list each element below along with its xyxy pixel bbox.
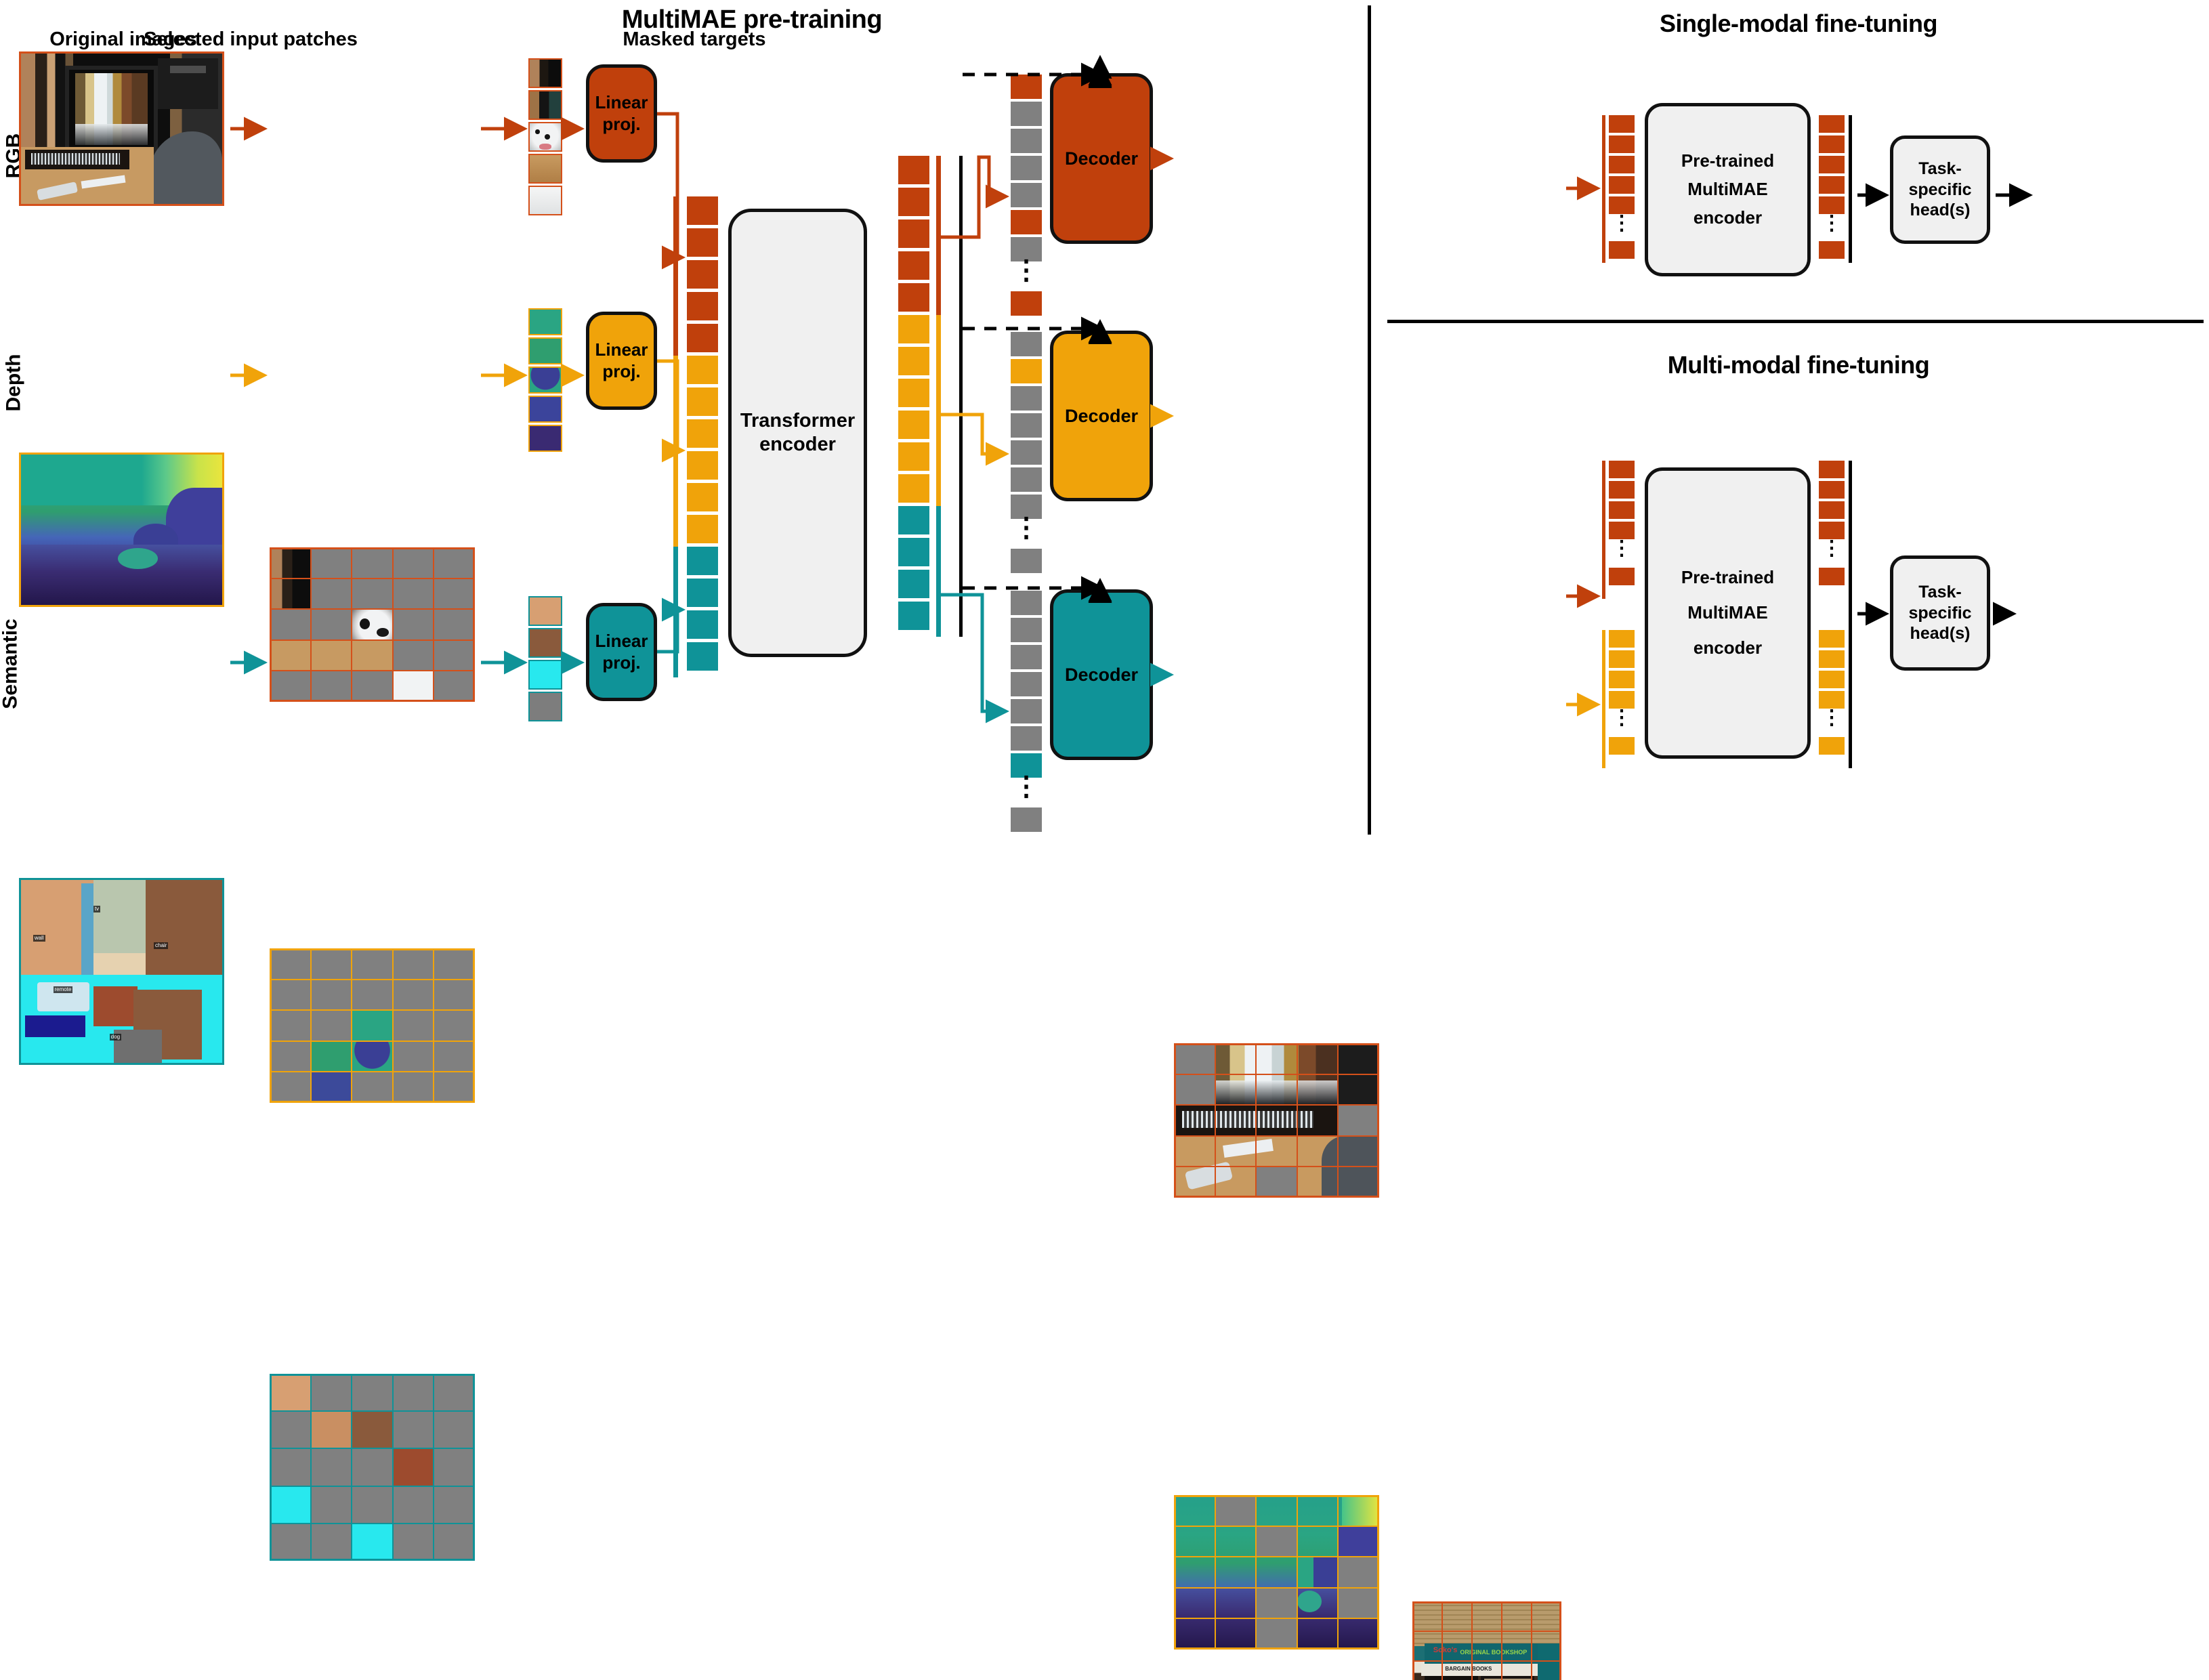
selected-patches-semantic [270,1374,475,1561]
finetune-single-input-image: Soko's ORIGINAL BOOKSHOP BARGAIN BOOKS [1412,1601,1561,1680]
segmentation-label: wall [33,935,45,942]
segmentation-label: remote [53,986,73,993]
original-image-semantic: tv wall chair remote dog [19,878,224,1065]
masked-target-depth [1174,1495,1379,1650]
segmentation-label: tv [93,905,101,912]
segmentation-label: dog [109,1033,122,1041]
selected-patches-depth [270,948,475,1103]
connector-arrows-finetuning [1566,176,2034,717]
segmentation-label: chair [154,942,169,949]
masked-target-rgb [1174,1043,1379,1198]
